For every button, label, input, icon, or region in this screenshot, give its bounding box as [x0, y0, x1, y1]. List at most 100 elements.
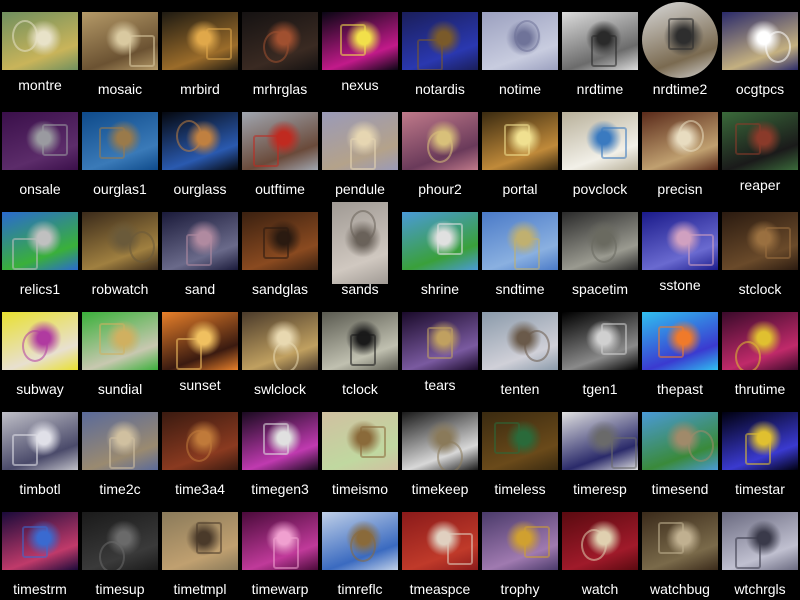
gallery-item-sandglas[interactable]: sandglas	[240, 200, 320, 300]
thumbnail-image[interactable]	[482, 12, 558, 70]
thumbnail-image[interactable]	[162, 512, 238, 570]
gallery-item-povclock[interactable]: povclock	[560, 100, 640, 200]
thumbnail-image[interactable]	[562, 512, 638, 570]
gallery-item-time2c[interactable]: time2c	[80, 400, 160, 500]
thumbnail-label[interactable]: swlclock	[240, 380, 320, 398]
thumbnail-label[interactable]: mrbird	[160, 80, 240, 98]
thumbnail-image[interactable]	[482, 312, 558, 370]
gallery-item-sand[interactable]: sand	[160, 200, 240, 300]
thumbnail-label[interactable]: timetmpl	[160, 580, 240, 598]
thumbnail-label[interactable]: timesend	[640, 480, 720, 498]
thumbnail-label[interactable]: timbotl	[0, 480, 80, 498]
gallery-item-portal[interactable]: portal	[480, 100, 560, 200]
gallery-item-notime[interactable]: notime	[480, 0, 560, 100]
thumbnail-label[interactable]: timekeep	[400, 480, 480, 498]
thumbnail-image[interactable]	[722, 112, 798, 170]
thumbnail-image[interactable]	[402, 12, 478, 70]
thumbnail-image[interactable]	[322, 412, 398, 470]
thumbnail-image[interactable]	[242, 212, 318, 270]
gallery-item-ourglas1[interactable]: ourglas1	[80, 100, 160, 200]
thumbnail-image[interactable]	[402, 112, 478, 170]
thumbnail-label[interactable]: sandglas	[240, 280, 320, 298]
gallery-item-sundial[interactable]: sundial	[80, 300, 160, 400]
gallery-item-timeless[interactable]: timeless	[480, 400, 560, 500]
thumbnail-label[interactable]: notardis	[400, 80, 480, 98]
thumbnail-label[interactable]: sndtime	[480, 280, 560, 298]
thumbnail-label[interactable]: watchbug	[640, 580, 720, 598]
thumbnail-label[interactable]: tears	[400, 376, 480, 394]
thumbnail-image[interactable]	[82, 512, 158, 570]
gallery-item-sstone[interactable]: sstone	[640, 200, 720, 300]
gallery-item-timetmpl[interactable]: timetmpl	[160, 500, 240, 600]
thumbnail-label[interactable]: nrdtime2	[640, 80, 720, 98]
gallery-item-notardis[interactable]: notardis	[400, 0, 480, 100]
gallery-item-sands[interactable]: sands	[320, 200, 400, 300]
gallery-item-timekeep[interactable]: timekeep	[400, 400, 480, 500]
thumbnail-image[interactable]	[162, 12, 238, 70]
thumbnail-image[interactable]	[562, 412, 638, 470]
gallery-item-shrine[interactable]: shrine	[400, 200, 480, 300]
thumbnail-label[interactable]: timreflc	[320, 580, 400, 598]
thumbnail-label[interactable]: nrdtime	[560, 80, 640, 98]
thumbnail-label[interactable]: onsale	[0, 180, 80, 198]
thumbnail-image[interactable]	[482, 212, 558, 270]
thumbnail-label[interactable]: sands	[320, 280, 400, 298]
gallery-item-ocgtpcs[interactable]: ocgtpcs	[720, 0, 800, 100]
thumbnail-label[interactable]: mrhrglas	[240, 80, 320, 98]
thumbnail-label[interactable]: wtchrgls	[720, 580, 800, 598]
thumbnail-image[interactable]	[482, 512, 558, 570]
gallery-item-timesend[interactable]: timesend	[640, 400, 720, 500]
gallery-item-swlclock[interactable]: swlclock	[240, 300, 320, 400]
thumbnail-label[interactable]: timegen3	[240, 480, 320, 498]
gallery-item-timewarp[interactable]: timewarp	[240, 500, 320, 600]
gallery-item-spacetim[interactable]: spacetim	[560, 200, 640, 300]
thumbnail-image[interactable]	[332, 202, 388, 284]
thumbnail-label[interactable]: timestrm	[0, 580, 80, 598]
thumbnail-image[interactable]	[82, 112, 158, 170]
thumbnail-label[interactable]: timewarp	[240, 580, 320, 598]
thumbnail-label[interactable]: timeless	[480, 480, 560, 498]
thumbnail-label[interactable]: sand	[160, 280, 240, 298]
thumbnail-label[interactable]: sundial	[80, 380, 160, 398]
thumbnail-label[interactable]: timeresp	[560, 480, 640, 498]
thumbnail-label[interactable]: shrine	[400, 280, 480, 298]
gallery-item-mosaic[interactable]: mosaic	[80, 0, 160, 100]
thumbnail-image[interactable]	[2, 412, 78, 470]
thumbnail-image[interactable]	[722, 12, 798, 70]
thumbnail-image[interactable]	[562, 12, 638, 70]
thumbnail-image[interactable]	[402, 512, 478, 570]
thumbnail-label[interactable]: tgen1	[560, 380, 640, 398]
gallery-item-timreflc[interactable]: timreflc	[320, 500, 400, 600]
gallery-item-ourglass[interactable]: ourglass	[160, 100, 240, 200]
thumbnail-label[interactable]: nexus	[320, 76, 400, 94]
thumbnail-label[interactable]: timesup	[80, 580, 160, 598]
thumbnail-label[interactable]: timeismo	[320, 480, 400, 498]
thumbnail-image[interactable]	[642, 312, 718, 370]
thumbnail-label[interactable]: ocgtpcs	[720, 80, 800, 98]
gallery-item-phour2[interactable]: phour2	[400, 100, 480, 200]
thumbnail-image[interactable]	[642, 212, 718, 270]
gallery-item-pendule[interactable]: pendule	[320, 100, 400, 200]
gallery-item-onsale[interactable]: onsale	[0, 100, 80, 200]
thumbnail-label[interactable]: subway	[0, 380, 80, 398]
thumbnail-image[interactable]	[82, 412, 158, 470]
gallery-item-timegen3[interactable]: timegen3	[240, 400, 320, 500]
thumbnail-image[interactable]	[482, 112, 558, 170]
thumbnail-label[interactable]: sunset	[160, 376, 240, 394]
thumbnail-image[interactable]	[162, 112, 238, 170]
gallery-item-precisn[interactable]: precisn	[640, 100, 720, 200]
thumbnail-image[interactable]	[562, 312, 638, 370]
gallery-item-montre[interactable]: montre	[0, 0, 80, 100]
thumbnail-image[interactable]	[162, 412, 238, 470]
thumbnail-image[interactable]	[402, 312, 478, 370]
gallery-item-thrutime[interactable]: thrutime	[720, 300, 800, 400]
gallery-item-wtchrgls[interactable]: wtchrgls	[720, 500, 800, 600]
thumbnail-image[interactable]	[322, 512, 398, 570]
thumbnail-label[interactable]: stclock	[720, 280, 800, 298]
thumbnail-label[interactable]: tclock	[320, 380, 400, 398]
gallery-item-tmeaspce[interactable]: tmeaspce	[400, 500, 480, 600]
gallery-item-reaper[interactable]: reaper	[720, 100, 800, 200]
thumbnail-label[interactable]: watch	[560, 580, 640, 598]
thumbnail-label[interactable]: montre	[0, 76, 80, 94]
gallery-item-mrbird[interactable]: mrbird	[160, 0, 240, 100]
